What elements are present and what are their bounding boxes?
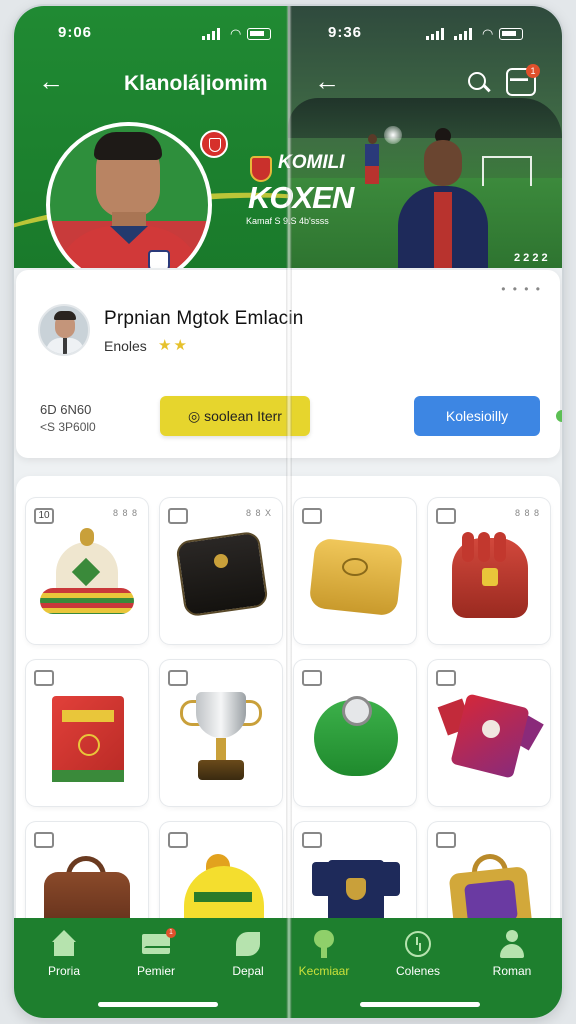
user-avatar[interactable] xyxy=(38,304,90,356)
bag-icon xyxy=(174,528,269,624)
back-arrow-icon[interactable]: ← xyxy=(38,68,64,94)
nav-badge: 1 xyxy=(166,928,176,938)
mail-icon: 1 xyxy=(142,928,176,958)
select-checkbox[interactable] xyxy=(302,832,322,848)
select-checkbox[interactable] xyxy=(168,670,188,686)
select-checkbox[interactable] xyxy=(436,670,456,686)
select-checkbox[interactable] xyxy=(302,670,322,686)
box-icon xyxy=(40,690,134,786)
item-card-hat[interactable]: 10 8 8 8 xyxy=(26,498,148,644)
signal-icon xyxy=(426,28,448,40)
collection-button[interactable]: Kolesioilly xyxy=(414,396,540,436)
nav-item-collections[interactable]: Colenes xyxy=(378,930,458,994)
select-checkbox[interactable] xyxy=(168,832,188,848)
nav-label: Pemier xyxy=(136,964,175,978)
item-meta: 8 8 8 xyxy=(112,508,138,518)
cart-label: ▬▬ xyxy=(510,73,528,83)
select-checkbox[interactable] xyxy=(302,508,322,524)
shirt-icon xyxy=(437,690,544,786)
select-checkbox[interactable] xyxy=(34,832,54,848)
wifi-icon: ◠ xyxy=(482,26,494,41)
nav-label: Depal xyxy=(232,964,264,978)
leaf-icon xyxy=(234,930,262,958)
cart-button[interactable]: ▬▬ 1 xyxy=(506,64,540,96)
bag-icon xyxy=(308,690,402,786)
nav-label: Colenes xyxy=(395,964,441,978)
nav-item-home[interactable]: Proria xyxy=(24,930,104,994)
nav-item-depal[interactable]: Depal xyxy=(208,930,288,994)
item-card-glove[interactable]: 8 8 8 xyxy=(428,498,550,644)
profile-subtitle: Enoles xyxy=(104,338,147,354)
battery-icon xyxy=(247,28,272,40)
item-meta: 8 8 8 xyxy=(514,508,540,518)
nav-item-messages[interactable]: 1 Pemier xyxy=(116,928,196,994)
nav-item-active[interactable]: Kecmiaar xyxy=(284,930,364,994)
status-time-left: 9:06 xyxy=(58,24,93,41)
battery-icon xyxy=(499,28,524,40)
person-icon xyxy=(498,930,526,958)
item-card-red-shirt[interactable] xyxy=(428,660,550,806)
player-photo xyxy=(394,126,494,268)
select-checkbox[interactable] xyxy=(436,508,456,524)
nav-item-profile[interactable]: Roman xyxy=(472,930,552,994)
item-card-yellow-bag[interactable] xyxy=(294,498,416,644)
cart-badge: 1 xyxy=(526,64,540,78)
rating-stars-icon: ★★ xyxy=(158,337,189,354)
promo-score: 2 2 2 2 xyxy=(514,252,548,264)
fold-seam xyxy=(286,6,292,1018)
tree-icon xyxy=(310,930,338,958)
status-icons-right: ◠ xyxy=(426,26,524,42)
item-card-trophy[interactable] xyxy=(160,660,282,806)
nav-label: Proria xyxy=(47,964,80,978)
select-checkbox[interactable] xyxy=(436,832,456,848)
signal-icon xyxy=(202,28,224,40)
clock-icon xyxy=(404,930,432,958)
home-indicator xyxy=(360,1002,480,1007)
promo-title-line2: KOXEN xyxy=(248,180,354,215)
bag-icon xyxy=(308,528,404,624)
select-checkbox[interactable] xyxy=(168,508,188,524)
item-meta: 8 8 X xyxy=(245,508,272,518)
glove-icon xyxy=(442,528,536,624)
select-checkbox[interactable]: 10 xyxy=(34,508,54,524)
nav-label: Roman xyxy=(492,964,532,978)
item-card-black-bag[interactable]: 8 8 X xyxy=(160,498,282,644)
item-card-green-bag[interactable] xyxy=(294,660,416,806)
page-title: Klanolá|iomim xyxy=(124,72,268,95)
back-arrow-icon[interactable]: ← xyxy=(314,68,340,94)
scroll-indicator xyxy=(556,410,562,422)
trophy-icon xyxy=(174,690,268,786)
profile-stat-secondary: <S 3P60l0 xyxy=(40,420,96,434)
hat-icon xyxy=(40,528,134,624)
nav-label: Kecmiaar xyxy=(298,964,350,978)
search-icon[interactable] xyxy=(466,70,492,96)
status-time-right: 9:36 xyxy=(328,24,363,41)
home-indicator xyxy=(98,1002,218,1007)
signal-icon xyxy=(454,28,476,40)
club-badge-icon xyxy=(200,130,228,158)
home-icon xyxy=(50,930,78,958)
phone-device: 9:06 ◠ 9:36 ◠ ← Klanolá|iomim ← ▬▬ 1 KOM… xyxy=(14,6,562,1018)
profile-name: Prpnian Mgtok Emlacin xyxy=(104,308,304,329)
running-player-figure xyxy=(360,134,384,194)
more-options-icon[interactable]: • • • • xyxy=(501,282,542,296)
wifi-icon: ◠ xyxy=(230,26,242,41)
promo-crest-icon xyxy=(250,156,272,182)
profile-stat-primary: 6D 6N60 xyxy=(40,402,92,417)
select-checkbox[interactable] xyxy=(34,670,54,686)
status-icons-left: ◠ xyxy=(202,26,272,42)
item-card-red-box[interactable] xyxy=(26,660,148,806)
